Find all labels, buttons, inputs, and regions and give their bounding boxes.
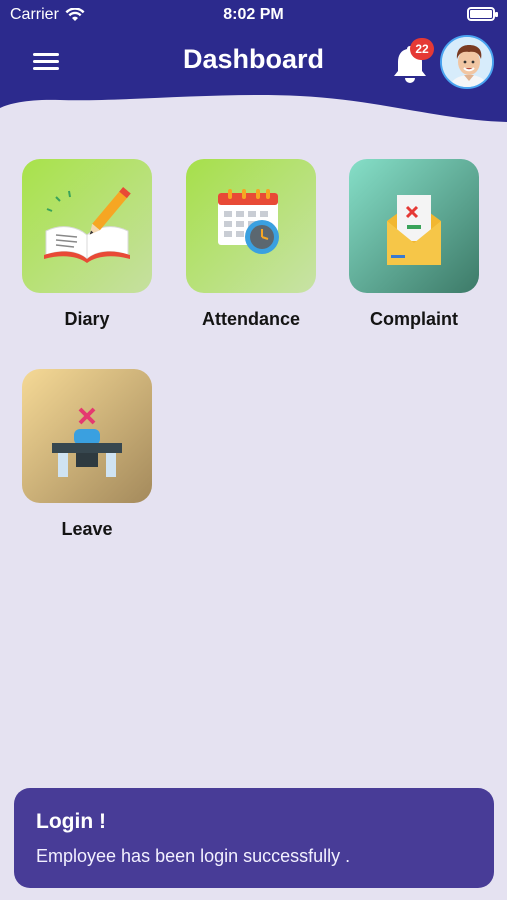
tile-label: Complaint [370, 309, 458, 329]
tile-leave[interactable]: Leave [17, 369, 157, 540]
app-header: Carrier 8:02 PM Dashboard 22 [0, 0, 507, 125]
tile-label: Attendance [201, 309, 300, 329]
diary-book-pencil-icon [44, 187, 131, 263]
tile-complaint[interactable]: Complaint [344, 159, 484, 330]
status-bar: Carrier 8:02 PM [0, 0, 507, 30]
profile-avatar[interactable] [440, 35, 494, 89]
tile-diary[interactable]: Diary [17, 159, 157, 330]
toast-message: Employee has been login successfully . [36, 846, 351, 866]
desk-cross-icon [52, 407, 122, 477]
login-toast[interactable]: Login ! Employee has been login successf… [14, 788, 494, 888]
tile-label: Leave [61, 519, 113, 539]
envelope-letter-icon [387, 195, 441, 265]
clock: 8:02 PM [223, 6, 284, 23]
tile-label: Diary [64, 309, 110, 329]
diary-tile-box [22, 159, 152, 293]
notification-badge: 22 [410, 38, 434, 60]
battery-icon [467, 7, 498, 21]
complaint-tile-box [349, 159, 479, 293]
calendar-clock-icon [218, 189, 279, 254]
tile-attendance[interactable]: Attendance [181, 159, 321, 330]
attendance-tile-box [186, 159, 316, 293]
leave-tile-box [22, 369, 152, 503]
toast-title: Login ! [36, 810, 106, 833]
